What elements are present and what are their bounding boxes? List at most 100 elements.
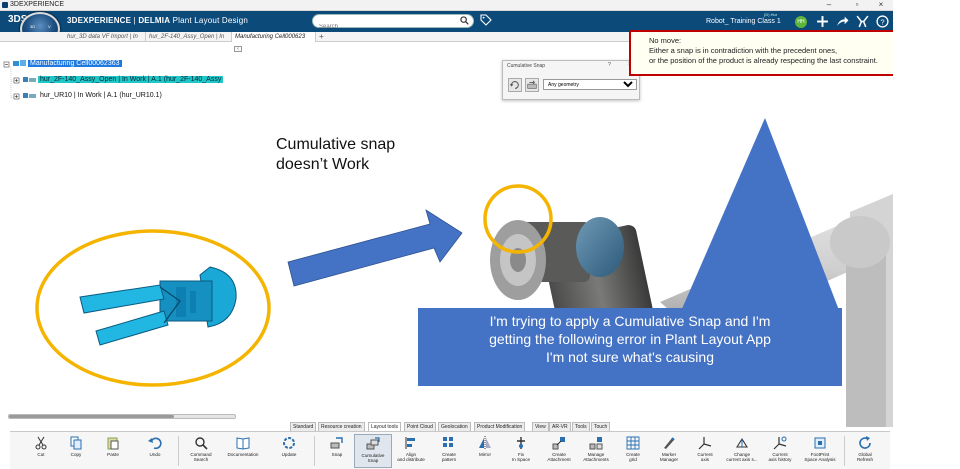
- command-search-button[interactable]: Command Search: [182, 434, 220, 468]
- axis-history-icon: [773, 436, 787, 450]
- undo-button[interactable]: Undo: [136, 434, 174, 468]
- plus-icon[interactable]: [816, 15, 829, 28]
- tool-label-2: current axis s...: [726, 457, 758, 462]
- tree-node-root[interactable]: Manufacturing Cell00062363: [12, 59, 122, 69]
- app-icon: [2, 2, 8, 8]
- refresh-icon: [859, 436, 871, 449]
- manage-attachments-button[interactable]: Manage Attachments: [576, 434, 616, 468]
- cumulative-snap-button[interactable]: Cumulative Snap: [354, 434, 392, 468]
- tab-standard[interactable]: Standard: [290, 422, 317, 431]
- manage-attachments-icon: [589, 437, 603, 450]
- share-icon[interactable]: [836, 15, 849, 28]
- fix-in-space-button[interactable]: Fix In Space: [502, 434, 540, 468]
- callout-line-3: I'm not sure what's causing: [546, 349, 714, 365]
- gripper-model[interactable]: [60, 257, 250, 347]
- create-attachment-button[interactable]: Create Attachment: [540, 434, 578, 468]
- minimize-button[interactable]: –: [818, 0, 840, 11]
- book-icon: [236, 437, 250, 450]
- tab-ar-vr[interactable]: AR-VR: [549, 422, 571, 431]
- mirror-button[interactable]: Mirror: [466, 434, 504, 468]
- documentation-button[interactable]: Documentation: [222, 434, 264, 468]
- os-title-bar: 3DEXPERIENCE – ▫ ×: [0, 0, 893, 11]
- attachment-icon: [552, 437, 565, 450]
- search-icon[interactable]: [460, 16, 469, 25]
- axis-icon: [698, 437, 712, 450]
- change-current-axis-button[interactable]: Change current axis s...: [722, 434, 762, 468]
- user-subtext: (D) Hur: [764, 12, 778, 17]
- align-distribute-button[interactable]: Align and distribute: [392, 434, 430, 468]
- cumulative-snap-dialog: Cumulative Snap ? × Any geometry: [502, 60, 640, 100]
- avatar[interactable]: HH: [795, 16, 807, 28]
- tool-label: Documentation: [227, 452, 259, 457]
- snap-geometry-select[interactable]: Any geometry: [543, 79, 637, 90]
- scrollbar-thumb[interactable]: [9, 415, 174, 418]
- annotation-left-text: Cumulative snap doesn’t Work: [276, 135, 395, 175]
- close-window-button[interactable]: ×: [870, 0, 892, 11]
- annotation-line-1: Cumulative snap: [276, 136, 396, 153]
- tree-collapse-button[interactable]: ‹: [234, 46, 242, 52]
- tool-label-2: Attachments: [583, 457, 609, 462]
- tool-label-2: Snap: [367, 458, 379, 463]
- tab-manufacturing-cell[interactable]: Manufacturing Cell000623: [232, 32, 316, 42]
- tab-touch[interactable]: Touch: [591, 422, 611, 431]
- tab-point-cloud[interactable]: Point Cloud: [404, 422, 436, 431]
- tab-2f140-assy[interactable]: hur_2F-140_Assy_Open | In: [146, 32, 232, 42]
- grid-icon: [626, 436, 640, 450]
- tab-layout-tools[interactable]: Layout tools: [368, 422, 401, 431]
- right-margin: [893, 0, 960, 469]
- tab-view[interactable]: View: [532, 422, 549, 431]
- snap-button[interactable]: Snap: [318, 434, 356, 468]
- marker-manager-button[interactable]: Marker Manager: [650, 434, 688, 468]
- tool-label-2: axis: [700, 457, 710, 462]
- tool-label-2: Refresh: [856, 457, 874, 462]
- create-grid-button[interactable]: Create grid: [614, 434, 652, 468]
- tree-node-gripper-label[interactable]: hur_2F-140_Assy_Open | In Work | A.1 (hu…: [38, 76, 224, 84]
- copy-button[interactable]: Copy: [57, 434, 95, 468]
- scissors-icon: [35, 436, 47, 450]
- tool-label: Undo: [149, 452, 161, 457]
- tab-product-modification[interactable]: Product Modification: [474, 422, 526, 431]
- tab-geolocation[interactable]: Geolocation: [438, 422, 471, 431]
- footprint-space-analysis-button[interactable]: FootPrint Space Analysis: [798, 434, 842, 468]
- current-axis-button[interactable]: Current axis: [686, 434, 724, 468]
- brand-prefix: 3DEXPERIENCE: [67, 16, 132, 25]
- robot-arm-model[interactable]: [470, 162, 893, 427]
- toolbar-separator: [844, 436, 845, 466]
- change-axis-icon: [736, 437, 748, 448]
- tool-label-2: Space Analysis: [804, 457, 836, 462]
- new-tab-button[interactable]: +: [319, 32, 324, 41]
- help-icon[interactable]: ?: [876, 15, 889, 28]
- app-window: 3DEXPERIENCE – ▫ × 3DS 3DEXPERIENCE | DE…: [0, 0, 960, 469]
- paste-button[interactable]: Paste: [94, 434, 132, 468]
- tree-horizontal-scrollbar[interactable]: [8, 414, 236, 419]
- tree-node-root-label[interactable]: Manufacturing Cell00062363: [28, 60, 122, 68]
- tools-icon[interactable]: [856, 15, 869, 28]
- tree-node-gripper[interactable]: hur_2F-140_Assy_Open | In Work | A.1 (hu…: [22, 75, 224, 85]
- update-button[interactable]: Update: [270, 434, 308, 468]
- tool-label: Update: [281, 452, 297, 457]
- tab-3d-data-import[interactable]: hur_3D data VF Import | In: [64, 32, 146, 42]
- tree-node-ur10-label[interactable]: hur_UR10 | In Work | A.1 (hur_UR10.1): [38, 92, 164, 99]
- cut-button[interactable]: Cut: [22, 434, 60, 468]
- tab-tools[interactable]: Tools: [572, 422, 590, 431]
- current-axis-history-button[interactable]: Current axis history: [760, 434, 800, 468]
- tab-resource-creation[interactable]: Resource creation: [318, 422, 365, 431]
- dialog-help-button[interactable]: ?: [608, 62, 611, 68]
- marker-icon: [664, 437, 675, 449]
- search-box[interactable]: [312, 14, 474, 33]
- tool-label-2: In Space: [511, 457, 531, 462]
- tag-icon[interactable]: [480, 14, 492, 26]
- part-icon: [23, 93, 36, 98]
- tool-label: Cut: [37, 452, 45, 457]
- create-pattern-button[interactable]: Create pattern: [430, 434, 468, 468]
- snap-undo-icon[interactable]: [508, 78, 522, 92]
- align-icon: [405, 437, 415, 449]
- user-context-label[interactable]: Robot_ Training Class 1: [706, 18, 781, 25]
- snap-mode-icon[interactable]: [525, 78, 539, 92]
- maximize-button[interactable]: ▫: [846, 0, 868, 11]
- brand-company: DELMIA: [138, 16, 171, 25]
- snap-icon: [330, 437, 343, 449]
- svg-text:?: ?: [880, 17, 884, 26]
- global-refresh-button[interactable]: Global Refresh: [846, 434, 884, 468]
- tree-node-ur10[interactable]: hur_UR10 | In Work | A.1 (hur_UR10.1): [22, 91, 164, 101]
